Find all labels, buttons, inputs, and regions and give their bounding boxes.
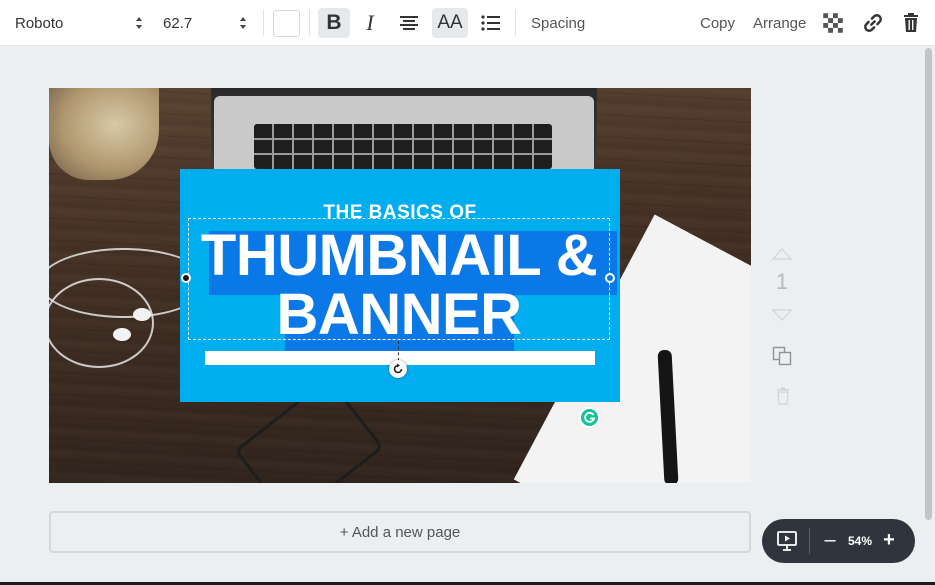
- coffee-cup-image: [49, 88, 159, 180]
- updown-icon: [240, 17, 246, 29]
- transparency-icon[interactable]: [822, 12, 844, 34]
- uppercase-button[interactable]: AA: [432, 8, 468, 38]
- earbud-image: [113, 328, 131, 341]
- list-icon: [481, 15, 500, 31]
- rotate-icon: [393, 363, 403, 374]
- delete-page-icon[interactable]: [775, 387, 791, 405]
- list-button[interactable]: [475, 8, 507, 38]
- grammarly-icon: [584, 411, 596, 423]
- present-icon[interactable]: [776, 530, 798, 552]
- font-size-select[interactable]: 62.7: [163, 11, 247, 35]
- earbud-image: [133, 308, 151, 321]
- font-family-value: Roboto: [15, 14, 64, 32]
- zoom-in-button[interactable]: +: [881, 529, 897, 552]
- zoom-controls: – 54% +: [762, 519, 915, 563]
- font-family-select[interactable]: Roboto: [15, 11, 143, 35]
- toolbar-divider: [515, 10, 516, 36]
- rotate-handle[interactable]: [389, 360, 407, 378]
- align-button[interactable]: [393, 8, 425, 38]
- zoom-divider: [809, 528, 810, 554]
- laptop-keyboard-image: [254, 124, 552, 169]
- selection-box: [188, 218, 610, 340]
- link-icon[interactable]: [862, 12, 884, 34]
- duplicate-page-icon[interactable]: [772, 346, 792, 366]
- zoom-out-button[interactable]: –: [822, 529, 838, 552]
- toolbar-divider: [263, 10, 264, 36]
- page-number: 1: [775, 269, 789, 294]
- text-color-swatch[interactable]: [273, 10, 300, 37]
- move-page-down-icon[interactable]: [772, 309, 792, 321]
- trash-icon[interactable]: [900, 12, 922, 34]
- toolbar-divider: [309, 10, 310, 36]
- copy-button[interactable]: Copy: [700, 15, 735, 32]
- rotate-guide-line: [398, 341, 399, 361]
- move-page-up-icon[interactable]: [772, 248, 792, 260]
- bold-button[interactable]: B: [318, 8, 350, 38]
- updown-icon: [136, 17, 142, 29]
- align-center-icon: [400, 16, 418, 30]
- resize-handle-left[interactable]: [181, 273, 191, 283]
- grammarly-button[interactable]: [579, 407, 600, 428]
- zoom-level[interactable]: 54%: [844, 534, 876, 548]
- arrange-button[interactable]: Arrange: [753, 15, 806, 32]
- font-size-value: 62.7: [163, 14, 193, 32]
- earphone-cable: [49, 278, 154, 368]
- italic-button[interactable]: I: [354, 8, 386, 38]
- spacing-button[interactable]: Spacing: [531, 15, 585, 32]
- resize-handle-right[interactable]: [605, 273, 615, 283]
- scrollbar-thumb[interactable]: [925, 48, 932, 520]
- editor-toolbar: Roboto 62.7 B I AA Spacing Copy Arrange: [0, 0, 935, 46]
- add-new-page-button[interactable]: + Add a new page: [49, 511, 751, 553]
